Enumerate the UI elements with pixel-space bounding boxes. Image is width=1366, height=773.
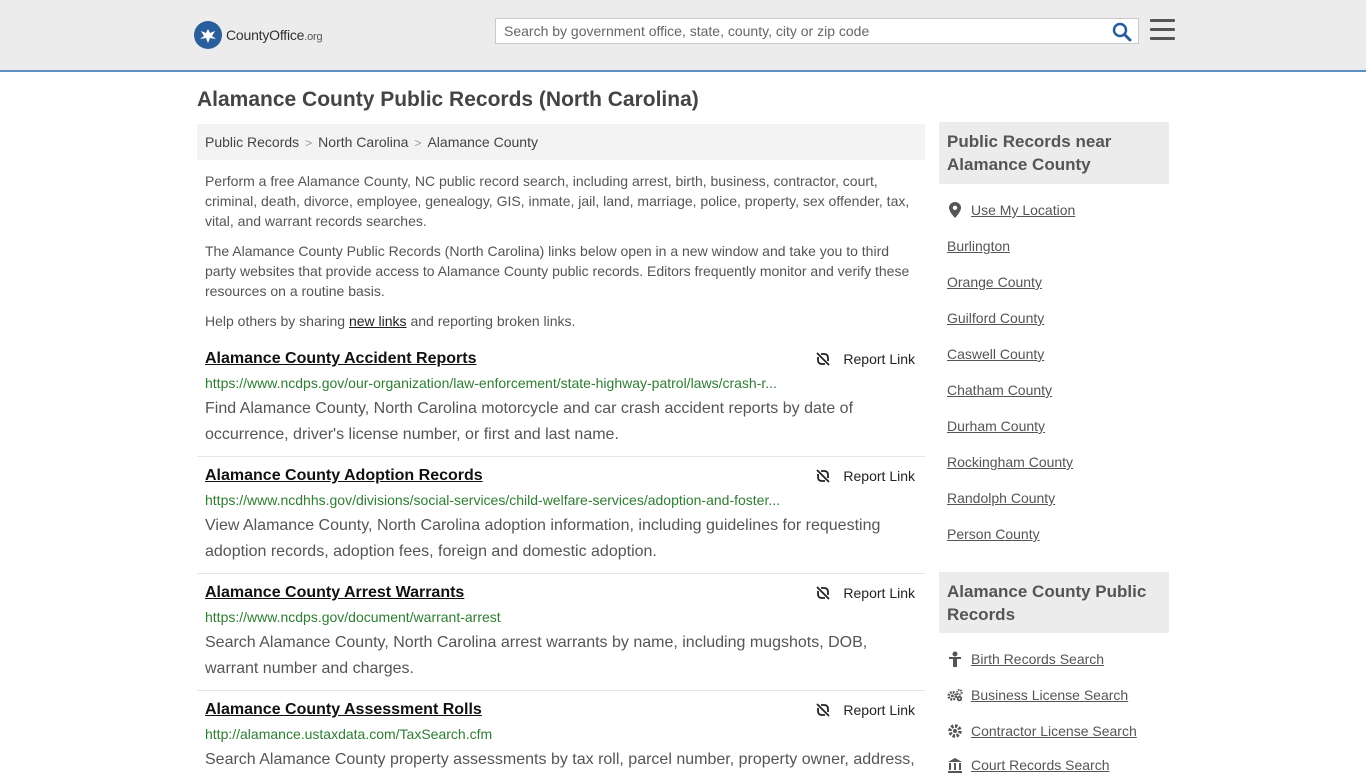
nearby-link-orange-county[interactable]: Orange County xyxy=(947,274,1042,290)
record-description: Search Alamance County, North Carolina a… xyxy=(205,634,868,677)
logo-eagle-icon xyxy=(194,21,222,49)
record-url[interactable]: http://alamance.ustaxdata.com/TaxSearch.… xyxy=(205,726,785,742)
record-title-link[interactable]: Alamance County Adoption Records xyxy=(205,467,483,485)
record-url[interactable]: https://www.ncdps.gov/our-organization/l… xyxy=(205,375,785,391)
page-title: Alamance County Public Records (North Ca… xyxy=(197,88,699,111)
record-item: Alamance County Accident Reports Report … xyxy=(197,350,925,457)
record-title-link[interactable]: Alamance County Assessment Rolls xyxy=(205,701,482,719)
record-url[interactable]: https://www.ncdps.gov/document/warrant-a… xyxy=(205,609,785,625)
search-icon[interactable] xyxy=(1112,22,1132,42)
record-title-link[interactable]: Alamance County Arrest Warrants xyxy=(205,584,464,602)
hamburger-menu-icon[interactable] xyxy=(1150,19,1175,41)
intro-paragraph: Perform a free Alamance County, NC publi… xyxy=(205,173,910,229)
report-link-button[interactable]: Report Link xyxy=(815,702,915,718)
sidebar-link-contractor-license[interactable]: Contractor License Search xyxy=(947,723,1137,739)
breadcrumb-item-state[interactable]: North Carolina xyxy=(318,134,408,150)
map-pin-icon xyxy=(947,202,963,218)
search-input[interactable] xyxy=(496,19,1104,43)
top-header: CountyOffice.org xyxy=(0,0,1366,72)
record-description: Find Alamance County, North Carolina mot… xyxy=(205,400,854,443)
sidebar-link-court-records[interactable]: Court Records Search xyxy=(947,757,1110,773)
baby-icon xyxy=(947,651,963,667)
record-title-link[interactable]: Alamance County Accident Reports xyxy=(205,350,476,368)
intro-text: Perform a free Alamance County, NC publi… xyxy=(205,171,917,341)
record-item: Alamance County Arrest Warrants Report L… xyxy=(197,584,925,691)
nearby-link-durham-county[interactable]: Durham County xyxy=(947,418,1045,434)
sidebar-link-business-license[interactable]: Business License Search xyxy=(947,687,1128,703)
logo-text: CountyOffice.org xyxy=(226,27,323,43)
use-my-location-link[interactable]: Use My Location xyxy=(947,202,1075,218)
record-item: Alamance County Adoption Records Report … xyxy=(197,467,925,574)
share-note: Help others by sharing new links and rep… xyxy=(205,313,576,329)
sidebar-heading-records: Alamance County Public Records xyxy=(939,572,1169,633)
courthouse-icon xyxy=(947,757,963,773)
record-description: Search Alamance County property assessme… xyxy=(205,751,915,768)
report-link-button[interactable]: Report Link xyxy=(815,351,915,367)
record-item: Alamance County Assessment Rolls Report … xyxy=(197,701,925,768)
intro-paragraph: The Alamance County Public Records (Nort… xyxy=(205,243,910,299)
report-link-button[interactable]: Report Link xyxy=(815,468,915,484)
nearby-link-rockingham-county[interactable]: Rockingham County xyxy=(947,454,1073,470)
breadcrumb-item-county: Alamance County xyxy=(427,134,538,150)
record-url[interactable]: https://www.ncdhhs.gov/divisions/social-… xyxy=(205,492,785,508)
breadcrumb-item-public-records[interactable]: Public Records xyxy=(205,134,299,150)
site-logo[interactable]: CountyOffice.org xyxy=(194,21,323,49)
search-bar xyxy=(495,18,1139,44)
record-description: View Alamance County, North Carolina ado… xyxy=(205,517,881,560)
chevron-right-icon: > xyxy=(305,136,313,150)
sidebar-heading-nearby: Public Records near Alamance County xyxy=(939,122,1169,184)
new-links-link[interactable]: new links xyxy=(349,313,407,329)
nearby-link-chatham-county[interactable]: Chatham County xyxy=(947,382,1052,398)
chevron-right-icon: > xyxy=(414,136,422,150)
nearby-link-guilford-county[interactable]: Guilford County xyxy=(947,310,1044,326)
breadcrumb: Public Records > North Carolina > Alamance C… xyxy=(197,124,925,160)
nearby-link-randolph-county[interactable]: Randolph County xyxy=(947,490,1055,506)
broken-link-icon xyxy=(816,352,831,366)
gear-icon xyxy=(947,723,963,739)
nearby-link-person-county[interactable]: Person County xyxy=(947,526,1040,542)
sidebar-link-birth-records[interactable]: Birth Records Search xyxy=(947,651,1104,667)
broken-link-icon xyxy=(816,586,831,600)
broken-link-icon xyxy=(816,469,831,483)
report-link-button[interactable]: Report Link xyxy=(815,585,915,601)
broken-link-icon xyxy=(816,703,831,717)
nearby-link-caswell-county[interactable]: Caswell County xyxy=(947,346,1044,362)
nearby-link-burlington[interactable]: Burlington xyxy=(947,238,1010,254)
gears-icon xyxy=(947,687,963,703)
